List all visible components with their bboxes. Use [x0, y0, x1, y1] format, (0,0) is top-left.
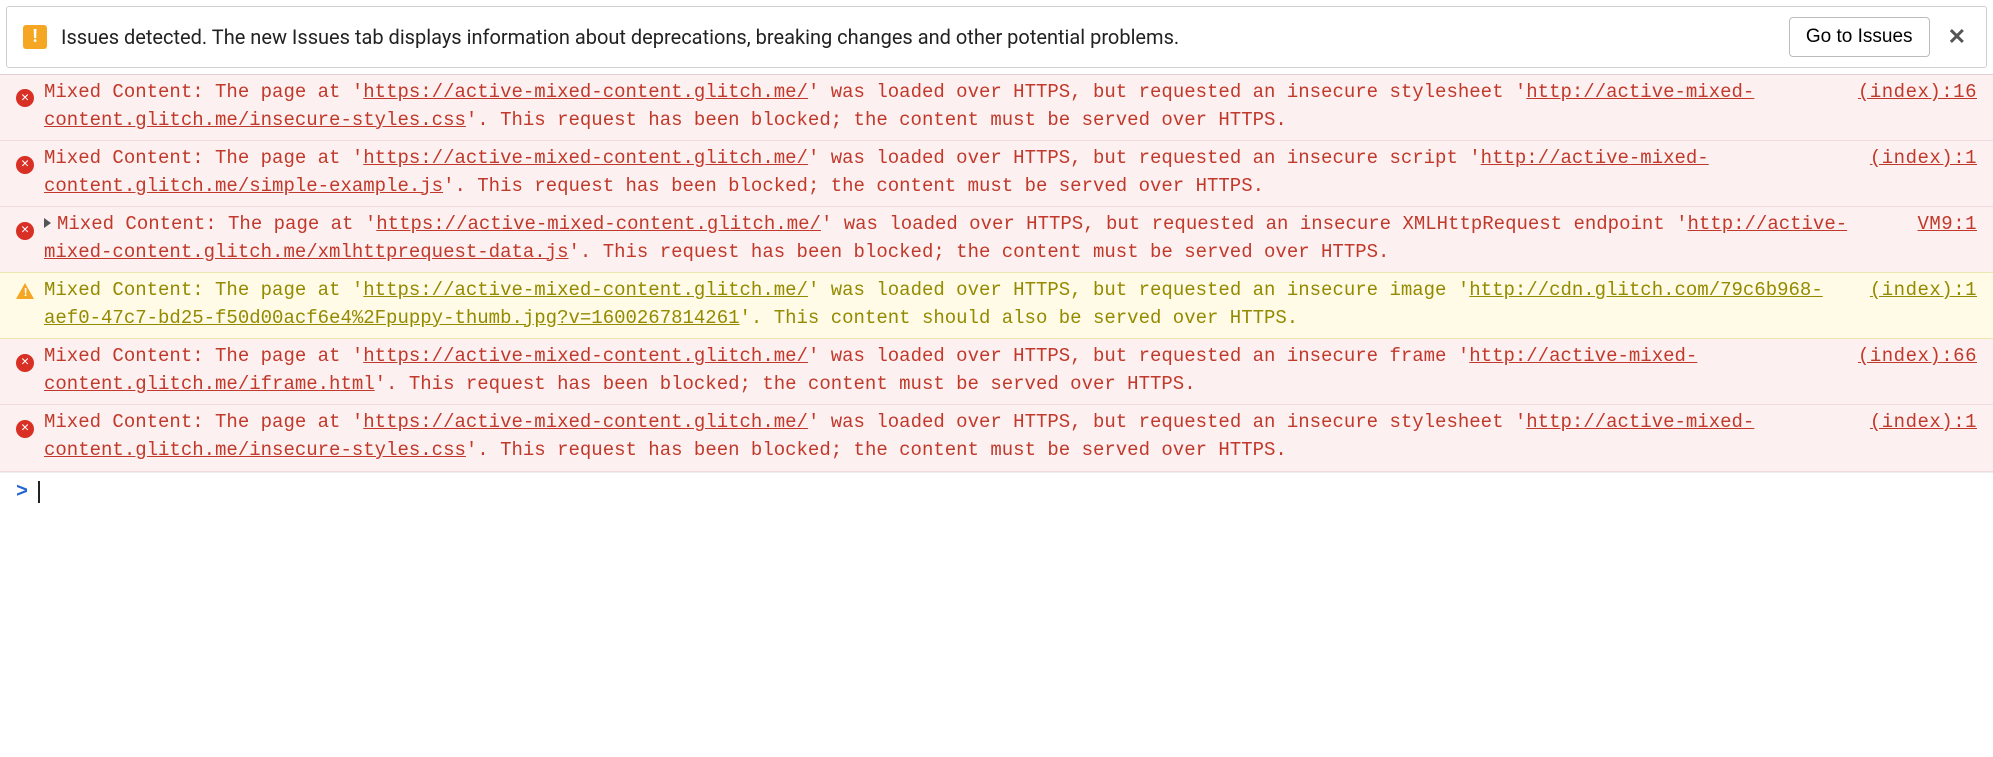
issues-icon — [23, 25, 47, 49]
console-message: Mixed Content: The page at 'https://acti… — [44, 79, 1840, 134]
console-message: Mixed Content: The page at 'https://acti… — [44, 343, 1840, 398]
error-icon: ✕ — [16, 156, 34, 174]
source-link[interactable]: (index):1 — [1870, 409, 1977, 437]
page-url-link[interactable]: https://active-mixed-content.glitch.me/ — [363, 411, 808, 433]
console-row[interactable]: ✕ Mixed Content: The page at 'https://act… — [0, 339, 1993, 405]
console-row[interactable]: ✕ Mixed Content: The page at 'https://act… — [0, 207, 1993, 273]
error-icon: ✕ — [16, 222, 34, 240]
prompt-cursor — [38, 481, 40, 503]
page-url-link[interactable]: https://active-mixed-content.glitch.me/ — [363, 279, 808, 301]
issues-bar: Issues detected. The new Issues tab disp… — [6, 6, 1987, 68]
source-link[interactable]: (index):66 — [1858, 343, 1977, 371]
source-link[interactable]: VM9:1 — [1917, 211, 1977, 239]
page-url-link[interactable]: https://active-mixed-content.glitch.me/ — [363, 345, 808, 367]
error-icon: ✕ — [16, 354, 34, 372]
page-url-link[interactable]: https://active-mixed-content.glitch.me/ — [363, 147, 808, 169]
console-message: Mixed Content: The page at 'https://acti… — [44, 211, 1899, 266]
source-link[interactable]: (index):1 — [1870, 277, 1977, 305]
console-log: ✕ Mixed Content: The page at 'https://act… — [0, 74, 1993, 472]
prompt-caret-icon: > — [16, 481, 28, 504]
source-link[interactable]: (index):16 — [1858, 79, 1977, 107]
console-message: Mixed Content: The page at 'https://acti… — [44, 409, 1852, 464]
console-row[interactable]: ✕ Mixed Content: The page at 'https://act… — [0, 75, 1993, 141]
page-url-link[interactable]: https://active-mixed-content.glitch.me/ — [376, 213, 821, 235]
console-row[interactable]: ✕ Mixed Content: The page at 'https://act… — [0, 141, 1993, 207]
console-message: Mixed Content: The page at 'https://acti… — [44, 277, 1852, 332]
console-message: Mixed Content: The page at 'https://acti… — [44, 145, 1852, 200]
console-prompt[interactable]: > — [0, 472, 1993, 512]
page-url-link[interactable]: https://active-mixed-content.glitch.me/ — [363, 81, 808, 103]
error-icon: ✕ — [16, 89, 34, 107]
expand-caret-icon[interactable] — [44, 218, 51, 228]
source-link[interactable]: (index):1 — [1870, 145, 1977, 173]
issues-bar-text: Issues detected. The new Issues tab disp… — [61, 25, 1775, 49]
close-icon[interactable]: ✕ — [1944, 25, 1970, 50]
console-row[interactable]: Mixed Content: The page at 'https://acti… — [0, 272, 1993, 339]
warning-icon — [16, 283, 34, 299]
error-icon: ✕ — [16, 420, 34, 438]
go-to-issues-button[interactable]: Go to Issues — [1789, 17, 1930, 57]
console-row[interactable]: ✕ Mixed Content: The page at 'https://act… — [0, 405, 1993, 471]
